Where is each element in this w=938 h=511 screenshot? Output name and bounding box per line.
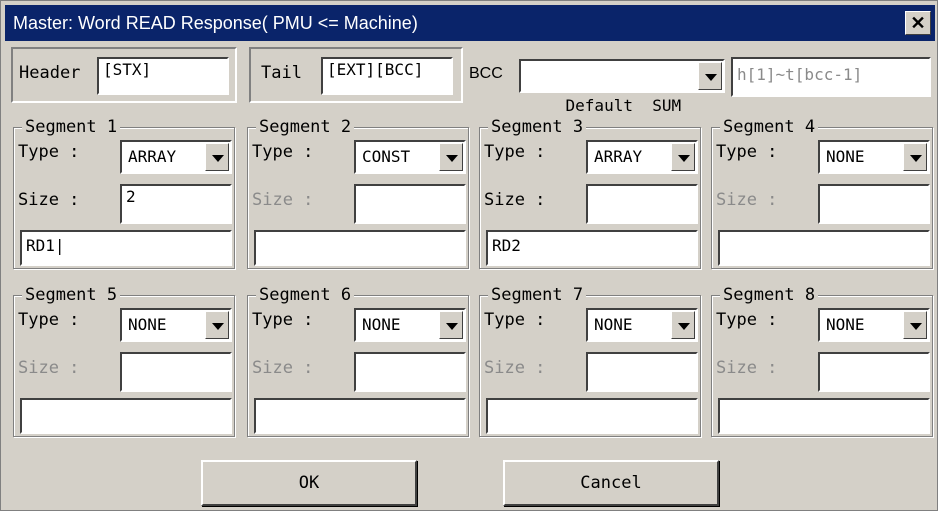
size-field[interactable] [586,184,698,224]
size-label: Size : [252,190,314,210]
chevron-down-icon[interactable] [439,143,463,171]
type-select-value: CONST [362,147,411,166]
chevron-down-icon[interactable] [671,143,695,171]
segment-8-group: Segment 8 Type : NONE Size : [711,284,933,437]
cancel-button[interactable]: Cancel [503,460,719,506]
type-select[interactable]: NONE [818,140,930,174]
chevron-down-icon[interactable] [439,311,463,339]
type-label: Type : [252,142,314,162]
segment-title: Segment 7 [488,284,587,306]
chevron-down-icon[interactable] [671,311,695,339]
size-label: Size : [252,358,314,378]
type-select-value: NONE [594,315,633,334]
chevron-down-icon[interactable] [903,311,927,339]
bcc-select-value: Default SUM [565,96,682,115]
segment-2-group: Segment 2 Type : CONST Size : [247,116,469,269]
chevron-down-icon[interactable] [698,62,722,90]
segment-5-group: Segment 5 Type : NONE Size : [13,284,235,437]
type-select-value: NONE [128,315,167,334]
segment-title: Segment 6 [256,284,355,306]
close-icon: ✕ [910,13,926,33]
type-select-value: NONE [826,315,865,334]
size-field[interactable]: 2 [120,184,232,224]
segment-data-field[interactable] [254,398,466,434]
segment-data-field[interactable] [718,398,930,434]
chevron-down-icon[interactable] [205,143,229,171]
type-select[interactable]: NONE [120,308,232,342]
segment-4-group: Segment 4 Type : NONE Size : [711,116,933,269]
type-label: Type : [484,310,546,330]
type-select-value: NONE [362,315,401,334]
type-label: Type : [716,142,778,162]
segment-title: Segment 5 [22,284,121,306]
ok-button[interactable]: OK [201,460,417,506]
type-label: Type : [716,310,778,330]
bcc-select[interactable]: Default SUM [519,59,725,115]
chevron-down-icon[interactable] [903,143,927,171]
segment-title: Segment 4 [720,116,819,138]
type-label: Type : [484,142,546,162]
tail-field[interactable]: [EXT][BCC] [321,57,453,95]
segment-data-field[interactable] [718,230,930,266]
type-select[interactable]: ARRAY [586,140,698,174]
segment-title: Segment 2 [256,116,355,138]
segment-data-field[interactable] [486,398,698,434]
tail-label: Tail [261,63,302,83]
segment-1-group: Segment 1 Type : ARRAY Size : 2 RD1| [13,116,235,269]
bcc-label: BCC [469,65,503,82]
size-field [586,352,698,392]
dialog-window: Master: Word READ Response( PMU <= Machi… [0,0,938,511]
segment-data-field[interactable]: RD1| [20,230,232,266]
type-select-value: NONE [826,147,865,166]
close-button[interactable]: ✕ [905,11,931,35]
segment-3-group: Segment 3 Type : ARRAY Size : RD2 [479,116,701,269]
bcc-range-field: h[1]~t[bcc-1] [731,57,931,97]
title-bar: Master: Word READ Response( PMU <= Machi… [5,5,935,41]
size-field [354,184,466,224]
type-label: Type : [252,310,314,330]
type-label: Type : [18,142,80,162]
size-label: Size : [716,190,778,210]
size-field [120,352,232,392]
size-label: Size : [18,190,80,210]
tail-group: Tail [EXT][BCC] [249,47,463,103]
window-title: Master: Word READ Response( PMU <= Machi… [13,13,418,33]
type-label: Type : [18,310,80,330]
segment-data-field[interactable] [20,398,232,434]
size-label: Size : [484,190,546,210]
size-field [354,352,466,392]
size-label: Size : [18,358,80,378]
type-select-value: ARRAY [128,147,177,166]
segment-6-group: Segment 6 Type : NONE Size : [247,284,469,437]
type-select[interactable]: NONE [818,308,930,342]
segment-title: Segment 1 [22,116,121,138]
size-label: Size : [484,358,546,378]
type-select-value: ARRAY [594,147,643,166]
header-group: Header [STX] [11,47,237,103]
size-field [818,352,930,392]
segment-title: Segment 3 [488,116,587,138]
type-select[interactable]: CONST [354,140,466,174]
segment-data-field[interactable] [254,230,466,266]
type-select[interactable]: NONE [586,308,698,342]
header-label: Header [19,63,81,83]
size-field [818,184,930,224]
segment-data-field[interactable]: RD2 [486,230,698,266]
type-select[interactable]: NONE [354,308,466,342]
type-select[interactable]: ARRAY [120,140,232,174]
segment-title: Segment 8 [720,284,819,306]
segment-7-group: Segment 7 Type : NONE Size : [479,284,701,437]
size-label: Size : [716,358,778,378]
chevron-down-icon[interactable] [205,311,229,339]
header-field[interactable]: [STX] [97,57,229,95]
